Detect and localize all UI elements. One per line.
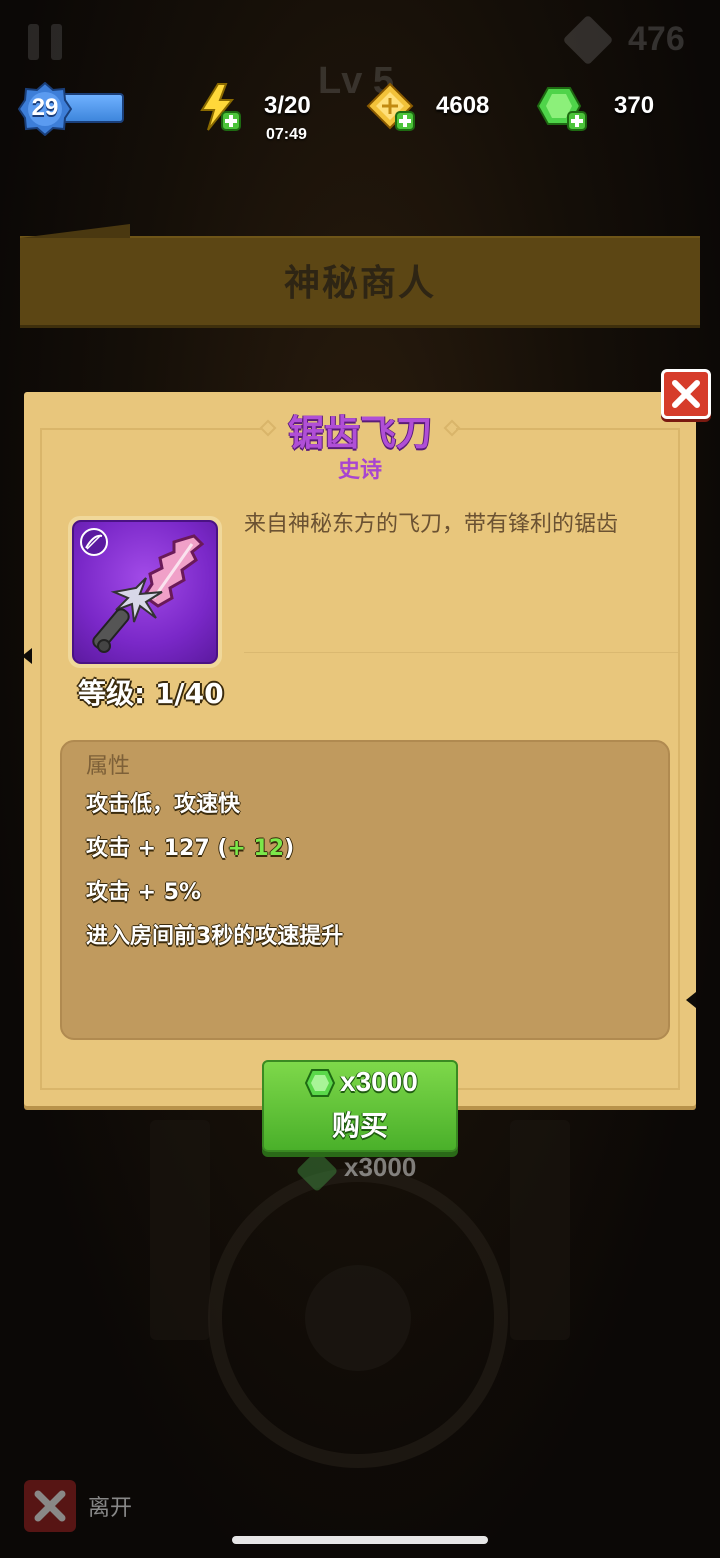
stat-line-3: 攻击 + 5% [86, 880, 202, 905]
item-icon-background [72, 520, 218, 664]
gold-coin-icon [366, 82, 415, 131]
panel-notch-right [686, 992, 696, 1008]
background-price: x3000 [344, 1152, 417, 1182]
stat-attack-base: 攻击 + 127 ( [86, 836, 228, 861]
energy-count: 3/20 [264, 92, 311, 119]
xp-bar-fill [64, 95, 122, 121]
item-description: 来自神秘东方的飞刀，带有锋利的锯齿 [244, 512, 619, 537]
gems-count: 370 [614, 92, 655, 119]
panel-notch-left [22, 648, 32, 664]
serrated-dagger-icon [80, 528, 205, 653]
energy-timer: 07:49 [266, 126, 307, 143]
stat-attack-close: ) [284, 836, 295, 861]
gold-count: 4608 [436, 92, 490, 119]
stat-line-2: 攻击 + 127 (+ 12) [86, 830, 294, 862]
leave-button[interactable] [24, 1480, 76, 1532]
stat-line-4: 进入房间前3秒的攻速提升 [86, 924, 344, 949]
item-icon-frame [68, 516, 222, 668]
leave-label[interactable]: 离开 [88, 1490, 132, 1522]
pause-icon [28, 24, 62, 60]
stat-attack-bonus: + 12 [227, 836, 285, 861]
stats-heading: 属性 [86, 754, 131, 779]
gem-icon [536, 87, 587, 131]
background-panel-left [150, 1120, 210, 1340]
player-level: 29 [31, 94, 59, 121]
gems-add-button[interactable] [536, 84, 588, 136]
item-name: 锯齿飞刀 [287, 413, 432, 454]
buy-label: 购买 [331, 1109, 388, 1142]
gold-add-button[interactable] [366, 82, 416, 136]
shop-title: 神秘商人 [283, 263, 436, 304]
buy-button[interactable]: x3000 购买 [262, 1060, 458, 1152]
buy-price: x3000 [340, 1066, 418, 1097]
background-panel-right [510, 1120, 570, 1340]
energy-add-button[interactable] [196, 82, 242, 136]
player-level-badge[interactable]: 29 [18, 82, 72, 136]
shop-header: 神秘商人 [20, 236, 700, 328]
gem-icon [304, 1069, 336, 1097]
lightning-icon [200, 83, 241, 131]
item-rarity: 史诗 [337, 458, 382, 483]
home-indicator[interactable] [232, 1536, 488, 1544]
description-divider [244, 652, 678, 653]
close-icon [34, 1490, 66, 1522]
stat-line-1: 攻击低，攻速快 [86, 792, 241, 817]
background-top-value: 476 [628, 20, 685, 58]
item-level: 等级: 1/40 [78, 677, 224, 710]
top-hud: 29 3/20 07:49 4608 370 [0, 70, 720, 160]
background-joystick-knob [305, 1265, 411, 1371]
